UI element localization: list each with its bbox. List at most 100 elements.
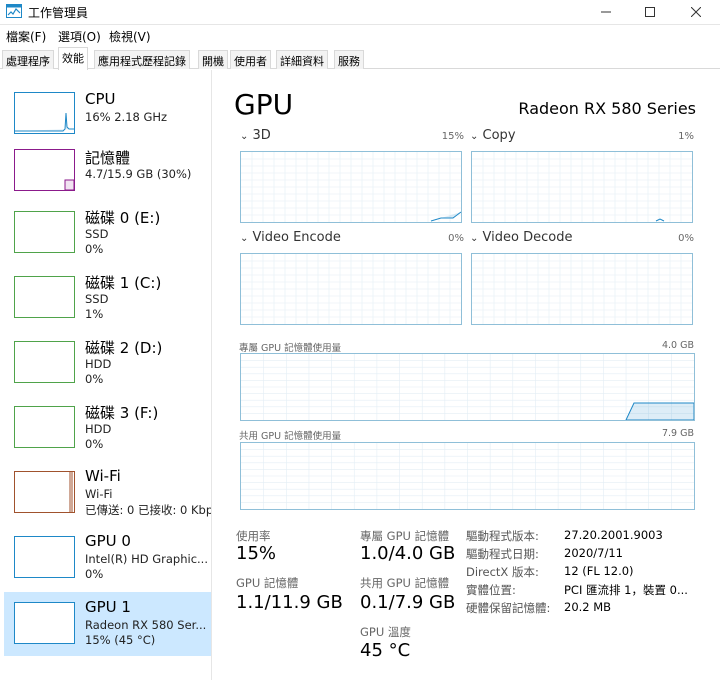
engine-video-decode-graph-svg — [472, 254, 692, 324]
sidebar-item-cpu[interactable]: CPU 16% 2.18 GHz — [4, 84, 211, 146]
tab-performance[interactable]: 效能 — [58, 47, 88, 70]
sidebar-item-name: 磁碟 1 (C:) — [85, 274, 162, 292]
dedicated-memory-label: 專屬 GPU 記憶體 — [360, 529, 450, 543]
sidebar-item-gpu-1[interactable]: GPU 1 Radeon RX 580 Ser... 15% (45 °C) — [4, 592, 211, 656]
sidebar-item-disk-3[interactable]: 磁碟 3 (F:) HDD 0% — [4, 398, 211, 460]
tab-app-history[interactable]: 應用程式歷程記錄 — [94, 50, 190, 69]
graph-gridlines — [241, 354, 694, 420]
graph-gridlines — [472, 254, 692, 324]
driver-version-value: 27.20.2001.9003 — [564, 528, 663, 542]
directx-version-value: 12 (FL 12.0) — [564, 564, 634, 578]
gpu-detail-panel: GPU Radeon RX 580 Series ⌄ 3D 15% ⌄ Copy… — [212, 70, 720, 680]
chevron-down-icon: ⌄ — [470, 233, 479, 244]
minimize-button[interactable] — [586, 0, 626, 24]
sidebar-item-type: SSD — [85, 227, 109, 241]
sidebar-item-wifi[interactable]: Wi-Fi Wi-Fi 已傳送: 0 已接收: 0 Kbp — [4, 463, 212, 525]
engine-3d-selector[interactable]: ⌄ 3D — [240, 128, 271, 143]
shared-memory-graph-svg — [241, 443, 694, 509]
sidebar-item-gpu-0[interactable]: GPU 0 Intel(R) HD Graphic... 0% — [4, 528, 211, 590]
engine-video-decode-pct: 0% — [678, 233, 694, 244]
engine-3d-graph — [240, 151, 462, 223]
sidebar-item-name: Wi-Fi — [85, 467, 121, 485]
gpu-temperature-value: 45 °C — [360, 640, 411, 661]
sidebar-item-disk-0[interactable]: 磁碟 0 (E:) SSD 0% — [4, 203, 211, 265]
gpu-memory-label: GPU 記憶體 — [236, 576, 299, 590]
graph-gridlines — [241, 254, 461, 324]
close-icon — [691, 7, 701, 17]
resource-sidebar: CPU 16% 2.18 GHz 記憶體 4.7/15.9 GB (30%) 磁… — [0, 70, 212, 680]
tab-services[interactable]: 服務 — [334, 50, 364, 69]
engine-video-decode-selector[interactable]: ⌄ Video Decode — [470, 230, 572, 245]
engine-copy-graph-svg — [472, 152, 692, 222]
wifi-thumbnail-graph — [14, 471, 75, 513]
menu-bar: 檔案(F) 選項(O) 檢視(V) — [0, 26, 720, 46]
sidebar-item-type: HDD — [85, 357, 112, 371]
tab-users[interactable]: 使用者 — [230, 50, 271, 69]
sidebar-item-memory[interactable]: 記憶體 4.7/15.9 GB (30%) — [4, 147, 211, 209]
sidebar-item-detail: 1% — [85, 307, 104, 321]
engine-video-encode-selector[interactable]: ⌄ Video Encode — [240, 230, 341, 245]
memory-thumbnail-graph — [14, 149, 75, 191]
shared-memory-label: 共用 GPU 記憶體 — [360, 576, 450, 590]
dedicated-memory-graph-label: 專屬 GPU 記憶體使用量 — [239, 343, 342, 354]
engine-video-decode-graph — [471, 253, 693, 325]
menu-file[interactable]: 檔案(F) — [6, 28, 46, 45]
gpu-temperature-label: GPU 溫度 — [360, 625, 411, 639]
dedicated-memory-graph — [240, 353, 695, 421]
sidebar-item-detail: 4.7/15.9 GB (30%) — [85, 167, 192, 181]
disk-0-thumbnail-graph — [14, 211, 75, 253]
window-title: 工作管理員 — [28, 6, 89, 20]
sidebar-item-detail: 0% — [85, 567, 104, 581]
engine-copy-pct: 1% — [678, 131, 694, 142]
engine-video-decode-label: Video Decode — [482, 230, 573, 245]
utilization-value: 15% — [236, 543, 277, 564]
sidebar-item-type: Wi-Fi — [85, 487, 113, 501]
sidebar-item-name: GPU 0 — [85, 532, 131, 550]
chevron-down-icon: ⌄ — [240, 233, 249, 244]
cpu-thumbnail-graph — [14, 92, 75, 134]
utilization-label: 使用率 — [236, 529, 271, 543]
driver-date-value: 2020/7/11 — [564, 546, 623, 560]
sidebar-item-name: 記憶體 — [85, 149, 131, 167]
sidebar-item-detail: 16% 2.18 GHz — [85, 110, 168, 124]
shared-memory-graph-label: 共用 GPU 記憶體使用量 — [239, 431, 342, 442]
sidebar-item-name: CPU — [85, 90, 116, 108]
maximize-icon — [645, 7, 655, 17]
sidebar-item-detail: 0% — [85, 437, 104, 451]
sidebar-item-detail: 已傳送: 0 已接收: 0 Kbp — [85, 503, 212, 517]
disk-3-thumbnail-graph — [14, 406, 75, 448]
graph-gridlines — [241, 443, 694, 509]
engine-3d-graph-svg — [241, 152, 461, 222]
engine-3d-pct: 15% — [441, 131, 464, 142]
gpu-1-thumbnail-graph — [14, 602, 75, 644]
sidebar-item-disk-2[interactable]: 磁碟 2 (D:) HDD 0% — [4, 333, 211, 395]
sidebar-item-detail: 0% — [85, 242, 104, 256]
shared-memory-graph — [240, 442, 695, 510]
shared-memory-value: 0.1/7.9 GB — [360, 592, 456, 613]
sidebar-item-type: HDD — [85, 422, 112, 436]
menu-options[interactable]: 選項(O) — [58, 28, 101, 45]
tab-details[interactable]: 詳細資料 — [276, 50, 328, 69]
engine-video-encode-pct: 0% — [448, 233, 464, 244]
sidebar-item-name: 磁碟 2 (D:) — [85, 339, 163, 357]
directx-version-label: DirectX 版本: — [466, 565, 539, 579]
disk-1-thumbnail-graph — [14, 276, 75, 318]
wifi-sparkline — [69, 472, 73, 512]
sidebar-item-name: 磁碟 3 (F:) — [85, 404, 159, 422]
close-button[interactable] — [676, 0, 716, 24]
dedicated-memory-graph-svg — [241, 354, 694, 420]
graph-gridlines — [472, 152, 692, 222]
minimize-icon — [601, 11, 611, 13]
sidebar-item-name: 磁碟 0 (E:) — [85, 209, 161, 227]
engine-video-encode-graph — [240, 253, 462, 325]
page-title: GPU — [234, 88, 294, 121]
sidebar-item-detail: 0% — [85, 372, 104, 386]
menu-view[interactable]: 檢視(V) — [109, 28, 151, 45]
sidebar-item-detail: 15% (45 °C) — [85, 633, 156, 647]
sidebar-item-disk-1[interactable]: 磁碟 1 (C:) SSD 1% — [4, 268, 211, 330]
tab-processes[interactable]: 處理程序 — [2, 50, 54, 69]
gpu-0-thumbnail-graph — [14, 536, 75, 578]
maximize-button[interactable] — [630, 0, 670, 24]
engine-copy-selector[interactable]: ⌄ Copy — [470, 128, 516, 143]
tab-startup[interactable]: 開機 — [198, 50, 228, 69]
